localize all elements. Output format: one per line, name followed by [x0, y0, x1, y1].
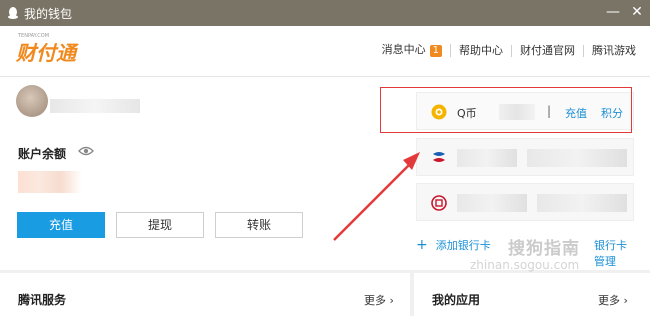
bank-logo-icon: [433, 152, 445, 162]
nav-tencent-games[interactable]: 腾讯游戏: [584, 44, 636, 57]
logo-tiny-text: TENPAY.COM: [18, 33, 50, 39]
balance-label: 账户余额: [18, 147, 67, 161]
header: TENPAY.COM 财付通 消息中心 1 帮助中心 财付通官网 腾讯游戏: [0, 26, 650, 77]
nav-tenpay-site[interactable]: 财付通官网: [512, 44, 584, 57]
minimize-button[interactable]: —: [604, 3, 622, 21]
eye-icon[interactable]: [78, 145, 94, 157]
nav-help-center[interactable]: 帮助中心: [451, 44, 512, 57]
recharge-button[interactable]: 充值: [17, 212, 105, 238]
manage-bank-card-link[interactable]: 银行卡管理: [594, 237, 636, 269]
top-nav: 消息中心 1 帮助中心 财付通官网 腾讯游戏: [374, 44, 636, 57]
bank-name-blurred: [457, 194, 527, 212]
title-bar: 我的钱包 — ✕: [0, 0, 650, 26]
section-title-tencent-services: 腾讯服务: [18, 293, 67, 307]
more-my-apps-link[interactable]: 更多 ›: [598, 292, 628, 308]
message-count-badge: 1: [429, 45, 442, 57]
bank-card-2[interactable]: [416, 183, 634, 221]
icbc-logo-icon: [431, 195, 447, 211]
my-apps-section: 我的应用 更多 ›: [414, 273, 650, 316]
qq-penguin-icon: [8, 7, 18, 19]
plus-icon: +: [416, 237, 428, 253]
more-label: 更多: [364, 294, 386, 307]
withdraw-button[interactable]: 提现: [116, 212, 204, 238]
transfer-button[interactable]: 转账: [215, 212, 303, 238]
watermark-url: zhinan.sogou.com: [470, 258, 580, 272]
bank-name-blurred: [457, 149, 517, 167]
bank-number-blurred: [527, 149, 627, 167]
chevron-right-icon: ›: [623, 294, 628, 307]
tenpay-logo[interactable]: TENPAY.COM 财付通: [16, 33, 76, 66]
chevron-right-icon: ›: [389, 294, 394, 307]
more-tencent-services-link[interactable]: 更多 ›: [364, 292, 394, 308]
window-title: 我的钱包: [24, 7, 73, 21]
bank-card-1[interactable]: [416, 138, 634, 176]
add-bank-card-link[interactable]: + 添加银行卡: [416, 237, 491, 253]
bank-number-blurred: [537, 194, 627, 212]
balance-amount-blurred: [18, 171, 82, 193]
close-button[interactable]: ✕: [628, 3, 646, 21]
watermark-text: 搜狗指南: [508, 239, 580, 259]
more-label: 更多: [598, 294, 620, 307]
tencent-services-section: 腾讯服务 更多 ›: [0, 273, 410, 316]
add-bank-card-label: 添加银行卡: [435, 239, 491, 252]
annotation-highlight-box: [380, 87, 632, 133]
avatar[interactable]: [16, 85, 48, 117]
username-blurred: [50, 99, 140, 113]
section-title-my-apps: 我的应用: [432, 293, 481, 307]
nav-message-center-label: 消息中心: [381, 43, 426, 56]
logo-text: 财付通: [16, 41, 76, 65]
nav-message-center[interactable]: 消息中心 1: [374, 44, 451, 57]
